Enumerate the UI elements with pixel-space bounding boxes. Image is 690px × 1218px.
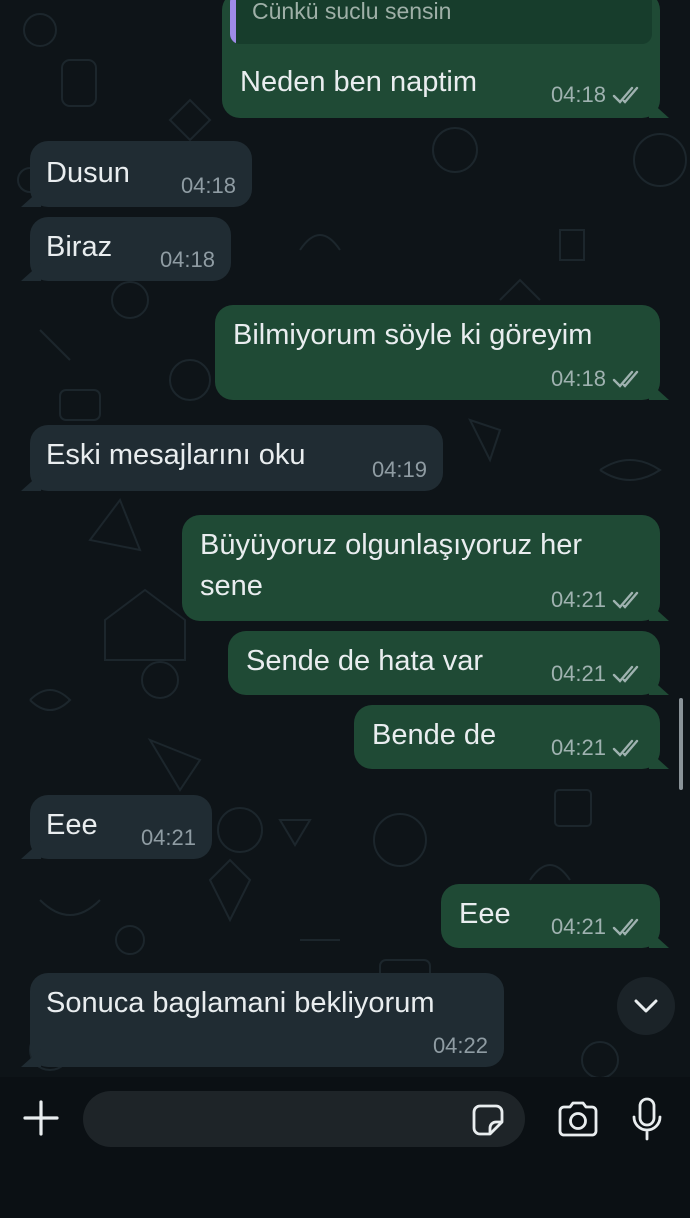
message-bubble[interactable]: Büyüyoruz olgunlaşıyoruz her sene 04:21 (182, 515, 660, 621)
message-text: Eski mesajlarını oku (46, 439, 306, 471)
double-check-icon (612, 591, 639, 609)
message-bubble[interactable]: Sonuca baglamani bekliyorum 04:22 (30, 973, 504, 1067)
quote-accent-bar (230, 0, 236, 44)
message-text: Eee (46, 809, 98, 841)
message-bubble[interactable]: Bilmiyorum söyle ki göreyim 04:18 (215, 305, 660, 400)
message-time: 04:22 (432, 1033, 488, 1058)
chat-area[interactable]: Cünkü suclu sensin Neden ben naptim 04:1… (0, 0, 690, 1077)
message-text: Sende de hata var (246, 645, 484, 677)
quoted-message[interactable]: Cünkü suclu sensin (230, 0, 652, 44)
double-check-icon (612, 370, 639, 388)
double-check-icon (612, 86, 639, 104)
microphone-icon (632, 1097, 662, 1141)
message-bubble[interactable]: Cünkü suclu sensin Neden ben naptim 04:1… (222, 0, 660, 118)
message-time: 04:18 (159, 247, 215, 272)
sticker-icon (472, 1104, 504, 1136)
message-bubble[interactable]: Eee 04:21 (441, 884, 660, 948)
quoted-message-text: Cünkü suclu sensin (252, 0, 452, 24)
message-bubble[interactable]: Bende de 04:21 (354, 705, 660, 769)
message-time: 04:18 (550, 82, 606, 107)
chevron-down-icon (634, 999, 658, 1013)
camera-button[interactable] (553, 1097, 603, 1141)
message-time: 04:21 (140, 825, 196, 850)
message-text: Neden ben naptim (240, 66, 477, 98)
voice-message-button[interactable] (625, 1095, 669, 1143)
message-text: Eee (459, 898, 511, 930)
message-text: Dusun (46, 157, 130, 189)
message-time: 04:18 (180, 173, 236, 198)
message-time: 04:18 (550, 366, 606, 391)
message-text: Biraz (46, 231, 113, 263)
message-time: 04:21 (550, 735, 606, 760)
double-check-icon (612, 665, 639, 683)
message-time: 04:21 (550, 914, 606, 939)
message-time: 04:21 (550, 587, 606, 612)
message-composer (0, 1077, 690, 1218)
message-text-line: sene (200, 570, 263, 602)
double-check-icon (612, 739, 639, 757)
scrollbar[interactable] (679, 698, 683, 790)
sticker-button[interactable] (468, 1102, 508, 1138)
message-time: 04:19 (371, 457, 427, 482)
message-text: Bende de (372, 719, 497, 751)
message-bubble[interactable]: Eski mesajlarını oku 04:19 (30, 425, 443, 491)
camera-icon (558, 1101, 598, 1137)
plus-icon (23, 1100, 59, 1136)
attach-button[interactable] (20, 1097, 62, 1139)
message-bubble[interactable]: Biraz 04:18 (30, 217, 231, 281)
message-bubble[interactable]: Eee 04:21 (30, 795, 212, 859)
message-text: Sonuca baglamani bekliyorum (46, 987, 435, 1019)
double-check-icon (612, 918, 639, 936)
scroll-to-bottom-button[interactable] (617, 977, 675, 1035)
message-text: Bilmiyorum söyle ki göreyim (233, 319, 593, 351)
message-input[interactable] (83, 1091, 525, 1147)
message-bubble[interactable]: Dusun 04:18 (30, 141, 252, 207)
message-text-line: Büyüyoruz olgunlaşıyoruz her (200, 529, 583, 561)
message-bubble[interactable]: Sende de hata var 04:21 (228, 631, 660, 695)
message-time: 04:21 (550, 661, 606, 686)
